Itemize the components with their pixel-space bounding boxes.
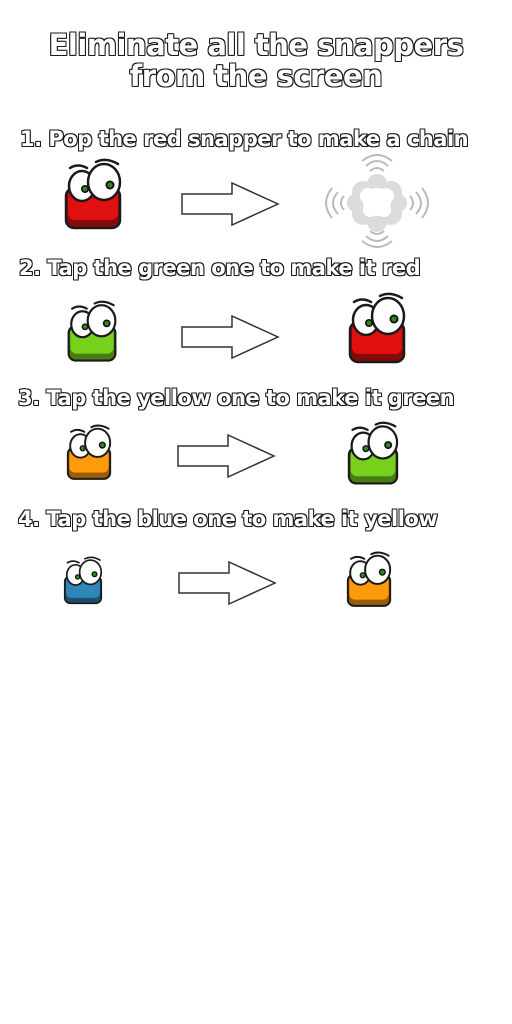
step-4-arrow-icon [178,560,277,606]
red-snapper-result-icon [348,292,406,364]
step-3-label: 3. Tap the yellow one to make it green [17,385,455,410]
step-4-label: 4. Tap the blue one to make it yellow [17,506,438,531]
title-line-2: from the screen [129,59,383,93]
step-3-arrow-icon [177,433,276,479]
step-2-arrow-icon [181,314,280,360]
green-snapper-result-icon [347,421,399,485]
step-2-label: 2. Tap the green one to make it red [18,255,421,280]
green-snapper-icon [67,300,117,362]
title-line-1: Eliminate all the snappers [48,28,464,62]
yellow-snapper-icon [66,424,112,480]
red-snapper-icon [64,158,122,230]
yellow-snapper-result-icon [346,551,392,607]
pop-burst-icon [325,154,429,248]
blue-snapper-icon [63,556,103,605]
page-title: Eliminate all the snappers from the scre… [0,28,512,93]
step-1-arrow-icon [181,181,280,227]
step-1-label: 1. Pop the red snapper to make a chain [19,126,469,151]
